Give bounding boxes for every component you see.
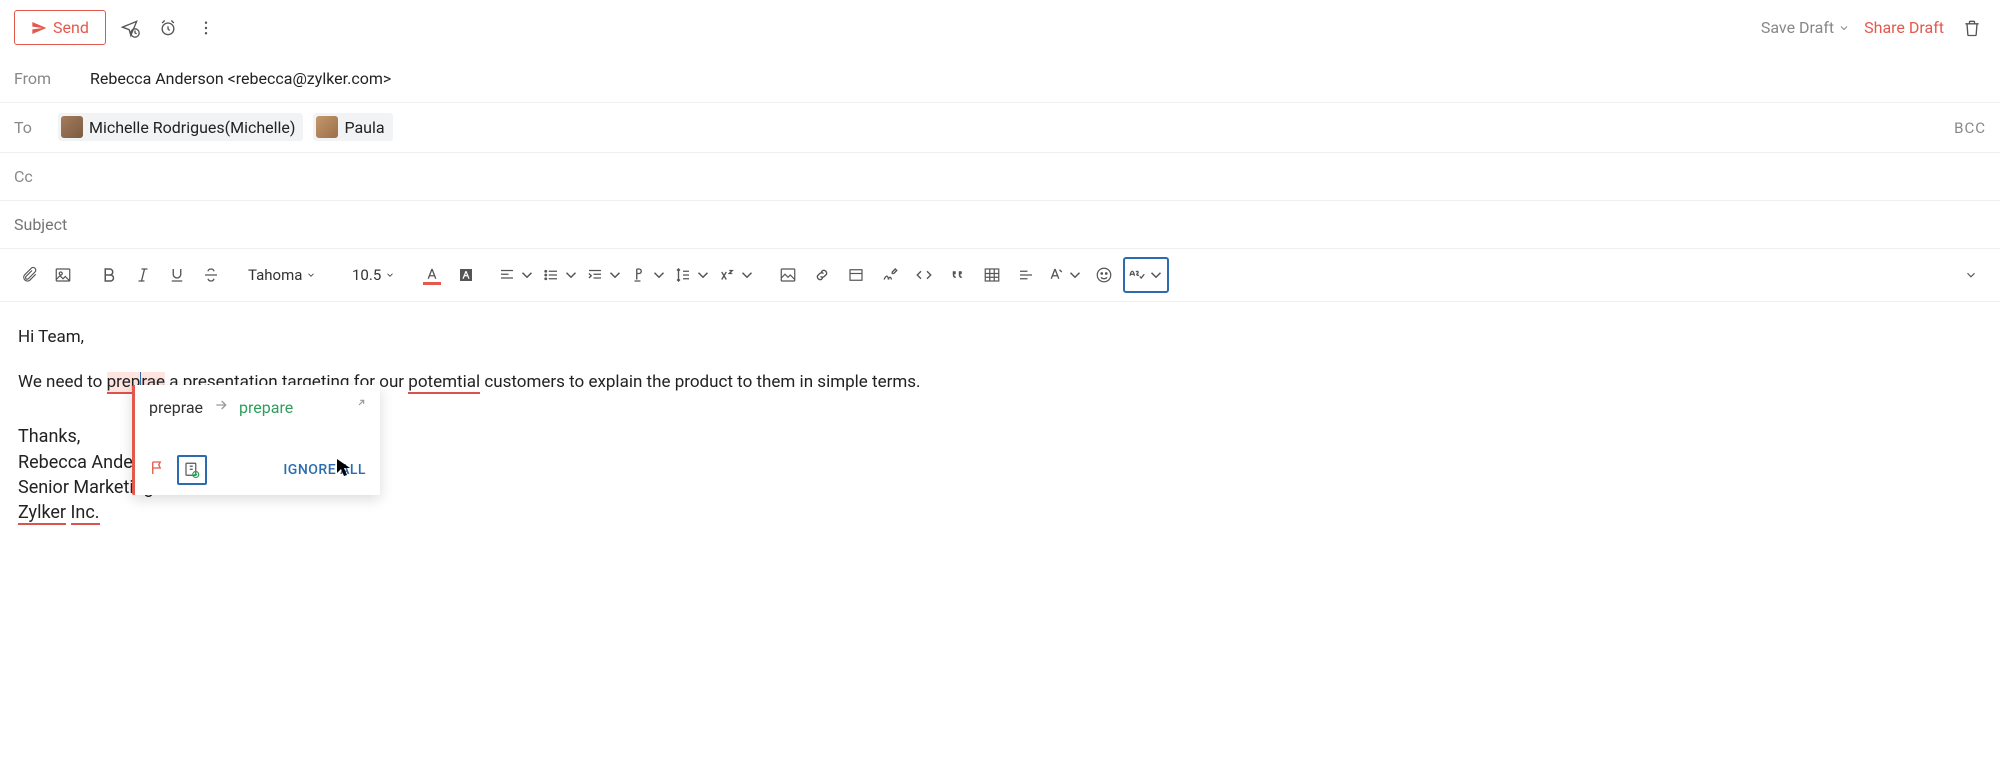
avatar (61, 116, 83, 138)
cc-row[interactable]: Cc (0, 153, 2000, 201)
chevron-down-icon (1838, 22, 1850, 34)
from-row: From Rebecca Anderson <rebecca@zylker.co… (0, 55, 2000, 103)
flag-icon[interactable] (149, 459, 167, 481)
indent-icon[interactable] (585, 259, 625, 291)
font-size-select[interactable]: 10.5 (346, 266, 401, 284)
spellcheck-icon[interactable] (1123, 257, 1169, 293)
sig-company: Zylker Inc. (18, 500, 1982, 525)
font-size-value: 10.5 (352, 266, 381, 284)
insert-inline-image-icon[interactable] (773, 259, 803, 291)
line-height-icon[interactable] (673, 259, 713, 291)
font-family-value: Tahoma (248, 266, 302, 284)
body-greeting: Hi Team, (18, 324, 1982, 351)
to-label: To (14, 118, 42, 137)
recipient-chip[interactable]: Michelle Rodrigues(Michelle) (58, 113, 303, 141)
bcc-toggle[interactable]: BCC (1954, 119, 1986, 137)
clear-format-icon[interactable] (1045, 259, 1085, 291)
send-button-label: Send (53, 18, 89, 37)
direction-icon[interactable] (629, 259, 669, 291)
share-draft-link[interactable]: Share Draft (1864, 18, 1944, 37)
from-label: From (14, 69, 74, 88)
popup-from-word: preprae (149, 398, 203, 417)
more-options-icon[interactable] (192, 14, 220, 42)
subject-row (0, 201, 2000, 249)
code-icon[interactable] (909, 259, 939, 291)
popup-to-word: prepare (239, 398, 293, 417)
font-family-select[interactable]: Tahoma (242, 266, 342, 284)
insert-image-icon[interactable] (48, 259, 78, 291)
arrow-right-icon (213, 397, 229, 417)
more-format-icon[interactable] (1956, 259, 1986, 291)
strikethrough-icon[interactable] (196, 259, 226, 291)
recipient-chip[interactable]: Paula (313, 113, 392, 141)
spellcheck-suggestion[interactable]: preprae prepare (135, 385, 380, 447)
discard-icon[interactable] (1958, 14, 1986, 42)
insert-table-icon[interactable] (977, 259, 1007, 291)
send-button[interactable]: Send (14, 10, 106, 45)
add-to-dictionary-icon[interactable] (177, 455, 207, 485)
signature-icon[interactable] (875, 259, 905, 291)
top-toolbar: Send Save Draft Share Draft (0, 0, 2000, 55)
link-icon[interactable] (807, 259, 837, 291)
to-row: To Michelle Rodrigues(Michelle) Paula BC… (0, 103, 2000, 153)
align-icon[interactable] (497, 259, 537, 291)
emoji-icon[interactable] (1089, 259, 1119, 291)
recipient-name: Paula (344, 118, 384, 137)
expand-icon[interactable] (352, 398, 366, 416)
list-icon[interactable] (541, 259, 581, 291)
chevron-down-icon (385, 270, 395, 280)
topbar-right: Save Draft Share Draft (1761, 14, 1986, 42)
highlight-color-icon[interactable] (451, 259, 481, 291)
spellcheck-popup: preprae prepare IGNORE ALL (132, 385, 380, 495)
to-recipients[interactable]: Michelle Rodrigues(Michelle) Paula (58, 113, 1938, 142)
text-color-icon[interactable] (417, 259, 447, 291)
horizontal-rule-icon[interactable] (1011, 259, 1041, 291)
italic-icon[interactable] (128, 259, 158, 291)
chevron-down-icon (306, 270, 316, 280)
bold-icon[interactable] (94, 259, 124, 291)
mouse-cursor-icon (336, 458, 352, 478)
insert-table-icon-small[interactable] (841, 259, 871, 291)
quote-icon[interactable] (943, 259, 973, 291)
attachment-icon[interactable] (14, 259, 44, 291)
underline-icon[interactable] (162, 259, 192, 291)
reminder-icon[interactable] (154, 14, 182, 42)
format-toolbar: Tahoma 10.5 (0, 249, 2000, 302)
send-later-icon[interactable] (116, 14, 144, 42)
subject-input[interactable] (14, 215, 1986, 234)
spelling-error[interactable]: potemtial (408, 372, 480, 394)
save-draft-link[interactable]: Save Draft (1761, 18, 1850, 37)
superscript-icon[interactable] (717, 259, 757, 291)
avatar (316, 116, 338, 138)
recipient-name: Michelle Rodrigues(Michelle) (89, 118, 295, 137)
ignore-all-button[interactable]: IGNORE ALL (283, 462, 366, 478)
save-draft-label: Save Draft (1761, 18, 1834, 37)
cc-label: Cc (14, 167, 74, 186)
from-value[interactable]: Rebecca Anderson <rebecca@zylker.com> (90, 69, 1986, 88)
send-icon (31, 20, 47, 36)
